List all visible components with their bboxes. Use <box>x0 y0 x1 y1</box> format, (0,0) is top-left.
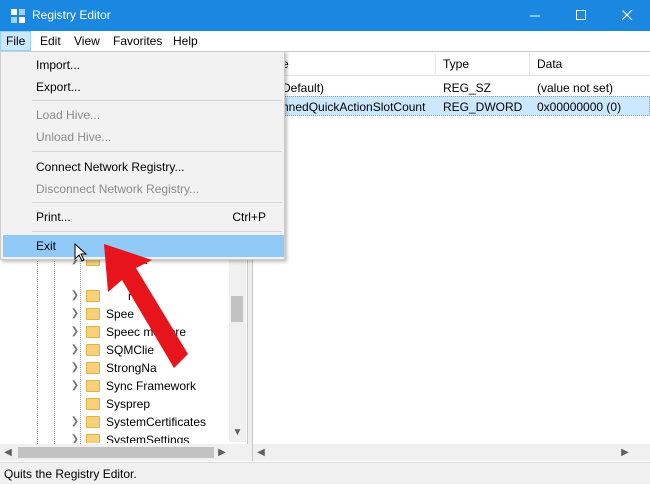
menu-item-label: Disconnect Network Registry... <box>36 182 200 196</box>
value-name: Default) <box>282 81 325 95</box>
menu-item-label: Exit <box>36 239 57 253</box>
scrollbar-thumb[interactable] <box>18 447 214 458</box>
menu-item-label: Export... <box>36 80 81 94</box>
maximize-button[interactable] <box>558 0 604 31</box>
tree-item-label: Sysprep <box>106 397 151 411</box>
window-title: Registry Editor <box>32 8 111 22</box>
tree-item[interactable]: ❯ SystemCertificates <box>70 413 230 431</box>
scroll-left-arrow-icon[interactable]: ◀ <box>253 444 269 461</box>
chevron-right-icon[interactable]: ❯ <box>70 416 80 428</box>
minimize-icon <box>529 15 540 17</box>
tree-guide-line <box>37 252 38 444</box>
menu-favorites[interactable]: Favorites <box>107 31 168 51</box>
tree-item-label: SystemSettings <box>106 433 190 443</box>
scroll-right-arrow-icon[interactable]: ▶ <box>617 444 633 461</box>
folder-icon <box>86 398 100 410</box>
menu-view[interactable]: View <box>68 31 106 51</box>
menu-item-print[interactable]: Print... Ctrl+P <box>3 206 284 228</box>
menu-item-export[interactable]: Export... <box>3 76 284 98</box>
file-menu-dropdown: Import... Export... Load Hive... Unload … <box>0 51 285 260</box>
menu-item-label: Load Hive... <box>36 108 101 122</box>
menu-item-label: Connect Network Registry... <box>36 160 185 174</box>
status-text: Quits the Registry Editor. <box>4 467 137 481</box>
maximize-icon <box>575 10 586 20</box>
list-header: e Type Data <box>252 52 650 76</box>
tree-item-label: SystemCertificates <box>106 415 207 429</box>
folder-icon <box>86 434 100 443</box>
menu-edit[interactable]: Edit <box>34 31 67 51</box>
title-bar: Registry Editor <box>0 0 650 31</box>
red-arrow-icon <box>104 244 188 368</box>
column-separator[interactable] <box>529 54 530 74</box>
menu-bar: File Edit View Favorites Help <box>0 31 650 51</box>
menu-item-load-hive: Load Hive... <box>3 104 284 126</box>
scrollbar-thumb[interactable] <box>231 296 243 322</box>
list-horizontal-scrollbar[interactable]: ◀ ▶ <box>253 444 650 461</box>
value-name: nnedQuickActionSlotCount <box>282 100 426 114</box>
menu-item-connect-network-registry[interactable]: Connect Network Registry... <box>3 156 284 178</box>
tree-item[interactable]: ❯ SystemSettings <box>70 431 230 443</box>
scroll-right-arrow-icon[interactable]: ▶ <box>214 444 230 461</box>
folder-icon <box>86 380 100 392</box>
menu-separator <box>32 202 282 203</box>
menu-help[interactable]: Help <box>167 31 204 51</box>
close-icon <box>621 10 632 21</box>
folder-icon <box>86 416 100 428</box>
menu-item-label: Unload Hive... <box>36 130 112 144</box>
tree-item[interactable]: Sysprep <box>70 395 230 413</box>
minimize-button[interactable] <box>512 0 558 31</box>
tree-guide-line <box>54 252 55 444</box>
registry-editor-icon <box>11 9 25 23</box>
menu-item-disconnect-network-registry: Disconnect Network Registry... <box>3 178 284 200</box>
menu-item-shortcut: Ctrl+P <box>232 210 266 224</box>
value-type: REG_SZ <box>443 81 492 95</box>
menu-separator <box>32 100 282 101</box>
tree-vertical-scrollbar[interactable] <box>229 252 246 442</box>
menu-file[interactable]: File <box>0 31 32 51</box>
column-header-type[interactable]: Type <box>443 52 469 76</box>
menu-item-import[interactable]: Import... <box>3 54 284 76</box>
scroll-left-arrow-icon[interactable]: ◀ <box>0 444 16 461</box>
value-data: 0x00000000 (0) <box>537 100 622 114</box>
table-row[interactable]: Default) REG_SZ (value not set) <box>253 78 650 98</box>
scroll-down-arrow-icon[interactable]: ▼ <box>229 425 246 441</box>
value-type: REG_DWORD <box>443 100 523 114</box>
menu-separator <box>32 151 282 152</box>
chevron-right-icon[interactable]: ❯ <box>70 380 80 392</box>
column-separator[interactable] <box>435 54 436 74</box>
tree-horizontal-scrollbar[interactable]: ◀ ▶ <box>0 444 248 461</box>
menu-item-unload-hive: Unload Hive... <box>3 126 284 148</box>
chevron-right-icon[interactable]: ❯ <box>70 434 80 443</box>
table-row-selected[interactable]: nnedQuickActionSlotCount REG_DWORD 0x000… <box>253 96 650 116</box>
value-data: (value not set) <box>537 81 614 95</box>
status-bar: Quits the Registry Editor. <box>0 462 650 484</box>
menu-item-label: Print... <box>36 210 71 224</box>
column-header-data[interactable]: Data <box>537 52 562 76</box>
menu-item-label: Import... <box>36 58 81 72</box>
close-button[interactable] <box>604 0 650 31</box>
